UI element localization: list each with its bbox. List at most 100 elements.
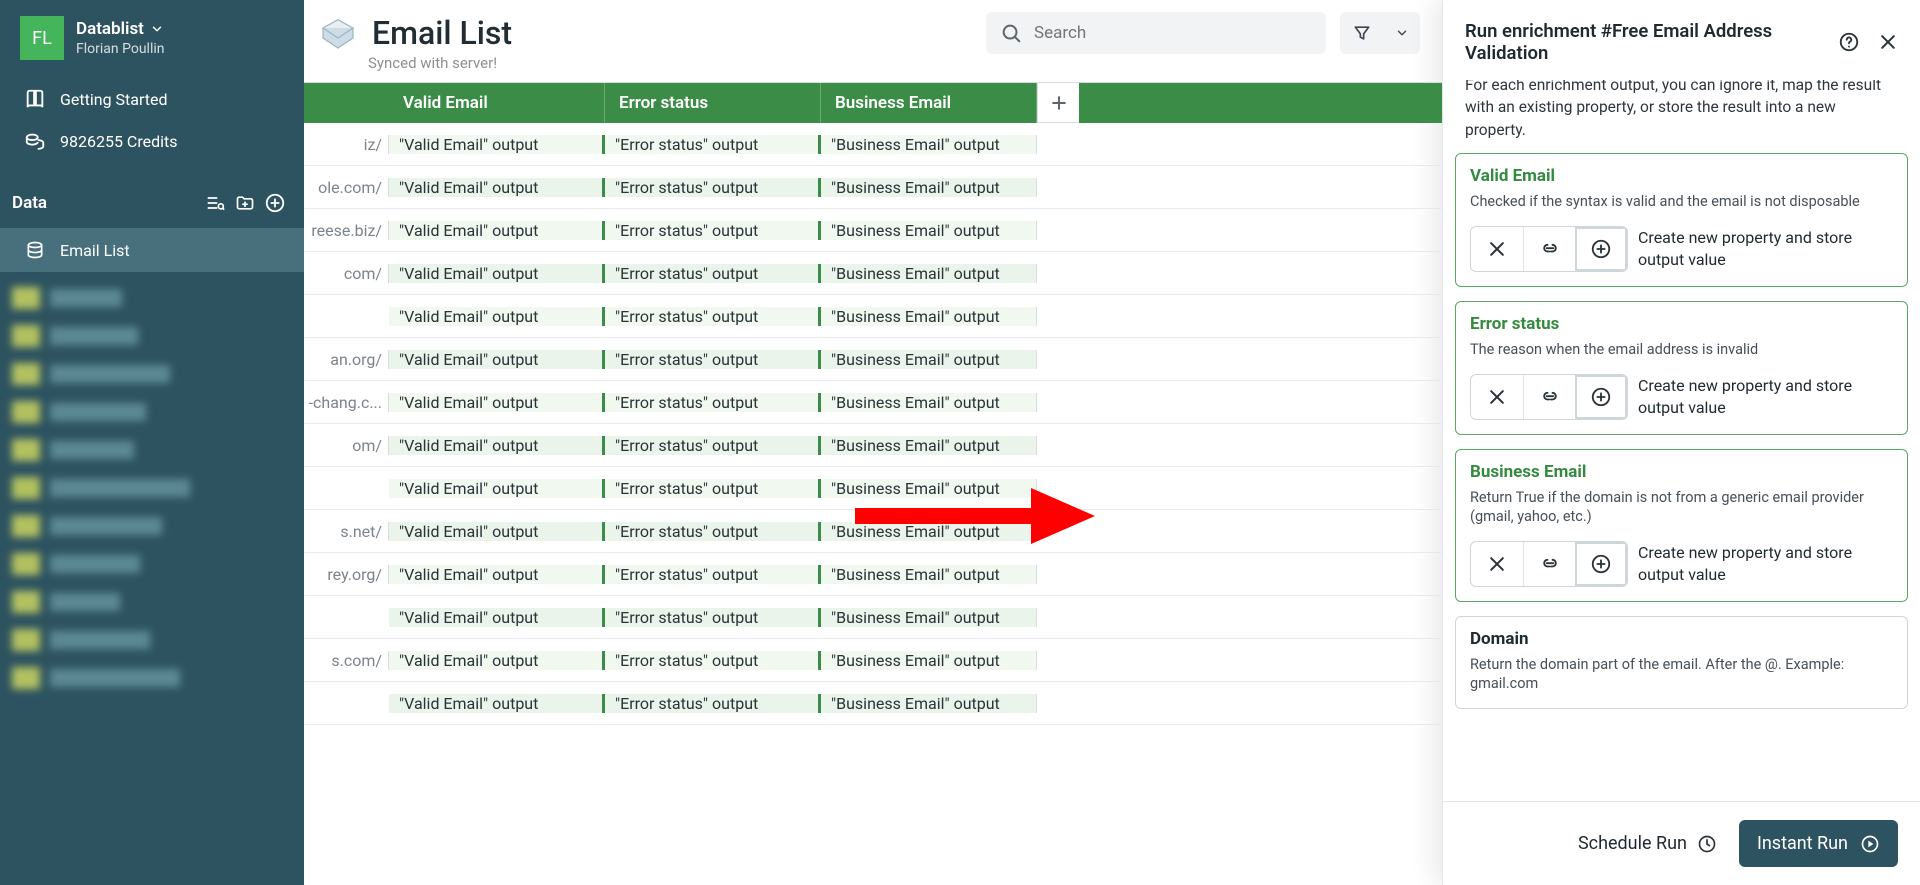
col-business-email[interactable]: Business Email	[821, 83, 1037, 123]
sidebar-data-header: Data	[0, 172, 304, 228]
avatar: FL	[20, 16, 64, 60]
table-row[interactable]: s.net/ "Valid Email" output "Error statu…	[304, 510, 1442, 553]
output-description: The reason when the email address is inv…	[1470, 340, 1893, 360]
output-action-label: Create new property and store output val…	[1638, 542, 1893, 585]
output-description: Return the domain part of the email. Aft…	[1470, 655, 1893, 694]
table-row[interactable]: s.com/ "Valid Email" output "Error statu…	[304, 639, 1442, 682]
output-action-group	[1470, 226, 1628, 272]
table-row[interactable]: iz/ "Valid Email" output "Error status" …	[304, 123, 1442, 166]
main: Email List Synced with server! Valid Ema…	[304, 0, 1442, 885]
create-property-button[interactable]	[1575, 375, 1627, 419]
table-row[interactable]: -chang.c... "Valid Email" output "Error …	[304, 381, 1442, 424]
user-name: Florian Poullin	[76, 41, 164, 57]
table-row[interactable]: om/ "Valid Email" output "Error status" …	[304, 424, 1442, 467]
new-collection-icon[interactable]	[260, 188, 290, 218]
workspace-name: Datablist	[76, 19, 144, 39]
sidebar-item-blurred[interactable]	[12, 356, 292, 392]
output-action-label: Create new property and store output val…	[1638, 227, 1893, 270]
collection-icon	[318, 13, 358, 53]
sidebar-item-email-list[interactable]: Email List	[0, 228, 304, 272]
enrichment-output-card: Business Email Return True if the domain…	[1455, 449, 1908, 602]
sidebar-section-label: Data	[12, 193, 200, 213]
output-action-label: Create new property and store output val…	[1638, 375, 1893, 418]
output-name: Domain	[1470, 629, 1893, 649]
col-error-status[interactable]: Error status	[605, 83, 821, 123]
schedule-run-button[interactable]: Schedule Run	[1578, 833, 1717, 854]
table-row[interactable]: rey.org/ "Valid Email" output "Error sta…	[304, 553, 1442, 596]
sidebar-item-blurred[interactable]	[12, 280, 292, 316]
table-row[interactable]: "Valid Email" output "Error status" outp…	[304, 467, 1442, 510]
chevron-down-icon	[1395, 26, 1409, 40]
search-icon	[1000, 22, 1022, 44]
ignore-output-button[interactable]	[1471, 227, 1523, 271]
enrichment-output-card: Domain Return the domain part of the ema…	[1455, 616, 1908, 709]
table-row[interactable]: "Valid Email" output "Error status" outp…	[304, 682, 1442, 725]
sidebar-item-blurred[interactable]	[12, 660, 292, 696]
map-output-button[interactable]	[1523, 227, 1575, 271]
book-icon	[24, 88, 46, 110]
new-folder-icon[interactable]	[230, 188, 260, 218]
table-row[interactable]: reese.biz/ "Valid Email" output "Error s…	[304, 209, 1442, 252]
map-output-button[interactable]	[1523, 542, 1575, 586]
create-property-button[interactable]	[1575, 227, 1627, 271]
filter-icon	[1352, 23, 1372, 43]
clock-icon	[1697, 834, 1717, 854]
help-icon[interactable]	[1838, 31, 1860, 53]
ignore-output-button[interactable]	[1471, 542, 1523, 586]
col-valid-email[interactable]: Valid Email	[389, 83, 605, 123]
sidebar-item-blurred[interactable]	[12, 508, 292, 544]
sidebar-link-credits[interactable]: 9826255 Credits	[0, 120, 304, 162]
output-description: Return True if the domain is not from a …	[1470, 488, 1893, 527]
sidebar-item-blurred[interactable]	[12, 394, 292, 430]
map-output-button[interactable]	[1523, 375, 1575, 419]
table-row[interactable]: com/ "Valid Email" output "Error status"…	[304, 252, 1442, 295]
sidebar-item-label: Email List	[60, 241, 130, 260]
sidebar-item-blurred[interactable]	[12, 432, 292, 468]
database-icon	[24, 239, 46, 261]
create-property-button[interactable]	[1575, 542, 1627, 586]
table-row[interactable]: an.org/ "Valid Email" output "Error stat…	[304, 338, 1442, 381]
page-title: Email List	[372, 14, 972, 52]
sidebar-item-blurred[interactable]	[12, 622, 292, 658]
enrichment-panel: Run enrichment #Free Email Address Valid…	[1442, 0, 1920, 885]
sidebar-links: Getting Started 9826255 Credits	[0, 74, 304, 172]
instant-run-button[interactable]: Instant Run	[1739, 820, 1898, 867]
schedule-run-label: Schedule Run	[1578, 833, 1687, 854]
table-row[interactable]: "Valid Email" output "Error status" outp…	[304, 295, 1442, 338]
table-row[interactable]: ole.com/ "Valid Email" output "Error sta…	[304, 166, 1442, 209]
find-collection-icon[interactable]	[200, 188, 230, 218]
panel-title: Run enrichment #Free Email Address Valid…	[1465, 20, 1828, 64]
sidebar-item-blurred[interactable]	[12, 470, 292, 506]
add-column-button[interactable]	[1037, 83, 1079, 123]
enrichment-output-card: Valid Email Checked if the syntax is val…	[1455, 153, 1908, 287]
sidebar: FL Datablist Florian Poullin Getting Sta…	[0, 0, 304, 885]
search-input[interactable]	[1034, 23, 1312, 43]
output-name: Valid Email	[1470, 166, 1893, 186]
chevron-down-icon	[150, 22, 164, 36]
table-row[interactable]: "Valid Email" output "Error status" outp…	[304, 596, 1442, 639]
instant-run-label: Instant Run	[1757, 833, 1848, 854]
sidebar-link-getting-started[interactable]: Getting Started	[0, 78, 304, 120]
sidebar-item-blurred[interactable]	[12, 318, 292, 354]
panel-footer: Schedule Run Instant Run	[1443, 801, 1920, 885]
table-body: iz/ "Valid Email" output "Error status" …	[304, 123, 1442, 725]
output-action-group	[1470, 541, 1628, 587]
coins-icon	[24, 130, 46, 152]
enrichment-output-card: Error status The reason when the email a…	[1455, 301, 1908, 435]
sidebar-blurred-items	[0, 278, 304, 698]
sidebar-item-blurred[interactable]	[12, 546, 292, 582]
panel-body: For each enrichment output, you can igno…	[1443, 80, 1920, 801]
output-action-group	[1470, 374, 1628, 420]
panel-header: Run enrichment #Free Email Address Valid…	[1443, 0, 1920, 80]
search-input-wrap[interactable]	[986, 12, 1326, 54]
sync-status: Synced with server!	[304, 54, 1442, 78]
ignore-output-button[interactable]	[1471, 375, 1523, 419]
sidebar-item-blurred[interactable]	[12, 584, 292, 620]
sidebar-link-label: 9826255 Credits	[60, 132, 178, 151]
panel-intro: For each enrichment output, you can igno…	[1453, 80, 1910, 153]
table: Valid Email Error status Business Email …	[304, 82, 1442, 885]
close-icon[interactable]	[1878, 32, 1898, 52]
filter-button[interactable]	[1340, 12, 1420, 54]
page-header: Email List	[304, 0, 1442, 54]
workspace-switcher[interactable]: FL Datablist Florian Poullin	[0, 0, 304, 74]
